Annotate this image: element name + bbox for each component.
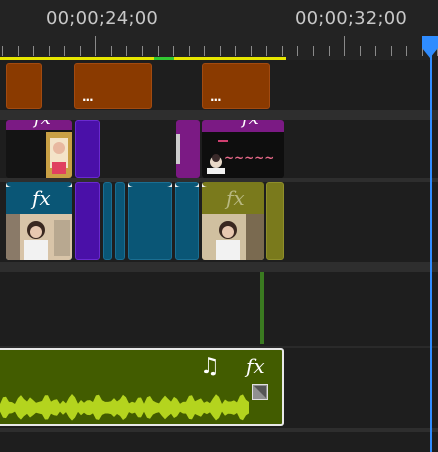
svg-text:~~~~~: ~~~~~	[224, 151, 274, 165]
clip-more-indicator: ...	[210, 90, 222, 104]
ruler-tick	[235, 46, 237, 56]
ruler-tick	[126, 46, 128, 56]
ruler-tick	[297, 46, 299, 56]
clip-olive-2[interactable]	[266, 182, 284, 260]
fx-badge: fx	[246, 354, 265, 378]
timecode-label-32s: 00;00;32;00	[295, 8, 408, 29]
clip-video-v2-2[interactable]: fx ~~~~~	[202, 120, 284, 178]
ruler-tick	[328, 46, 330, 56]
ruler-tick	[219, 46, 221, 56]
track-separator	[0, 110, 438, 120]
keyframe-handle[interactable]	[252, 384, 268, 400]
clip-video-v1-2[interactable]: fx	[202, 182, 264, 260]
ruler-tick	[141, 46, 143, 56]
audio-waveform	[0, 394, 249, 421]
ruler-tick	[110, 46, 112, 56]
trim-handle[interactable]	[176, 134, 180, 164]
transition-markers[interactable]	[0, 178, 220, 190]
playhead-handle[interactable]	[420, 34, 438, 60]
time-ruler[interactable]: 00;00;24;00 00;00;32;00	[0, 0, 438, 60]
track-separator	[0, 262, 438, 272]
ruler-tick	[79, 46, 81, 56]
ruler-tick	[406, 46, 408, 56]
ruler-tick	[48, 46, 50, 56]
ruler-tick	[313, 46, 314, 56]
ruler-tick	[157, 46, 159, 56]
audio-clip-selected[interactable]: ♫ fx	[0, 348, 284, 426]
clip-more-indicator: ...	[82, 90, 94, 104]
ruler-tick	[204, 46, 206, 56]
clip-thumbnail	[6, 214, 72, 260]
clip-video-v1-1[interactable]: fx	[6, 182, 72, 260]
clip-teal-2[interactable]	[115, 182, 125, 260]
work-area-rendered-segment	[154, 57, 174, 60]
clip-purple-v2[interactable]	[176, 120, 200, 178]
ruler-tick	[390, 46, 392, 56]
clip-teal-3[interactable]	[128, 182, 172, 260]
fx-badge: fx	[226, 186, 245, 210]
fx-badge: fx	[242, 120, 259, 129]
audio-clip-small[interactable]	[260, 272, 264, 344]
ruler-tick	[95, 36, 97, 56]
clip-teal-4[interactable]	[175, 182, 199, 260]
ruler-tick	[173, 46, 175, 56]
ruler-tick	[188, 46, 190, 56]
clip-thumbnail	[202, 214, 264, 260]
ruler-tick	[266, 46, 268, 56]
clip-thumbnail	[46, 132, 72, 178]
ruler-tick	[2, 46, 3, 56]
clip-orange-3[interactable]: ...	[202, 63, 270, 109]
timecode-label-24s: 00;00;24;00	[46, 8, 159, 29]
ruler-tick	[281, 46, 283, 56]
ruler-tick	[375, 46, 377, 56]
clip-orange-2[interactable]: ...	[74, 63, 152, 109]
fx-badge: fx	[34, 120, 51, 129]
clip-orange-1[interactable]	[6, 63, 42, 109]
ruler-tick	[17, 46, 19, 56]
playhead-line[interactable]	[430, 50, 432, 452]
clip-teal-1[interactable]	[103, 182, 112, 260]
ruler-tick	[359, 46, 361, 56]
ruler-tick	[250, 46, 252, 56]
ruler-tick	[33, 46, 35, 56]
clip-thumbnail: ~~~~~	[204, 138, 282, 178]
music-note-icon: ♫	[200, 354, 220, 379]
track-separator	[0, 428, 438, 432]
ruler-tick	[344, 36, 346, 56]
clip-color-matte-2[interactable]	[75, 182, 100, 260]
clip-color-matte-1[interactable]	[75, 120, 100, 178]
ruler-tick	[64, 46, 66, 56]
clip-video-v2-1[interactable]: fx	[6, 120, 72, 178]
work-area-bar[interactable]	[0, 57, 286, 60]
